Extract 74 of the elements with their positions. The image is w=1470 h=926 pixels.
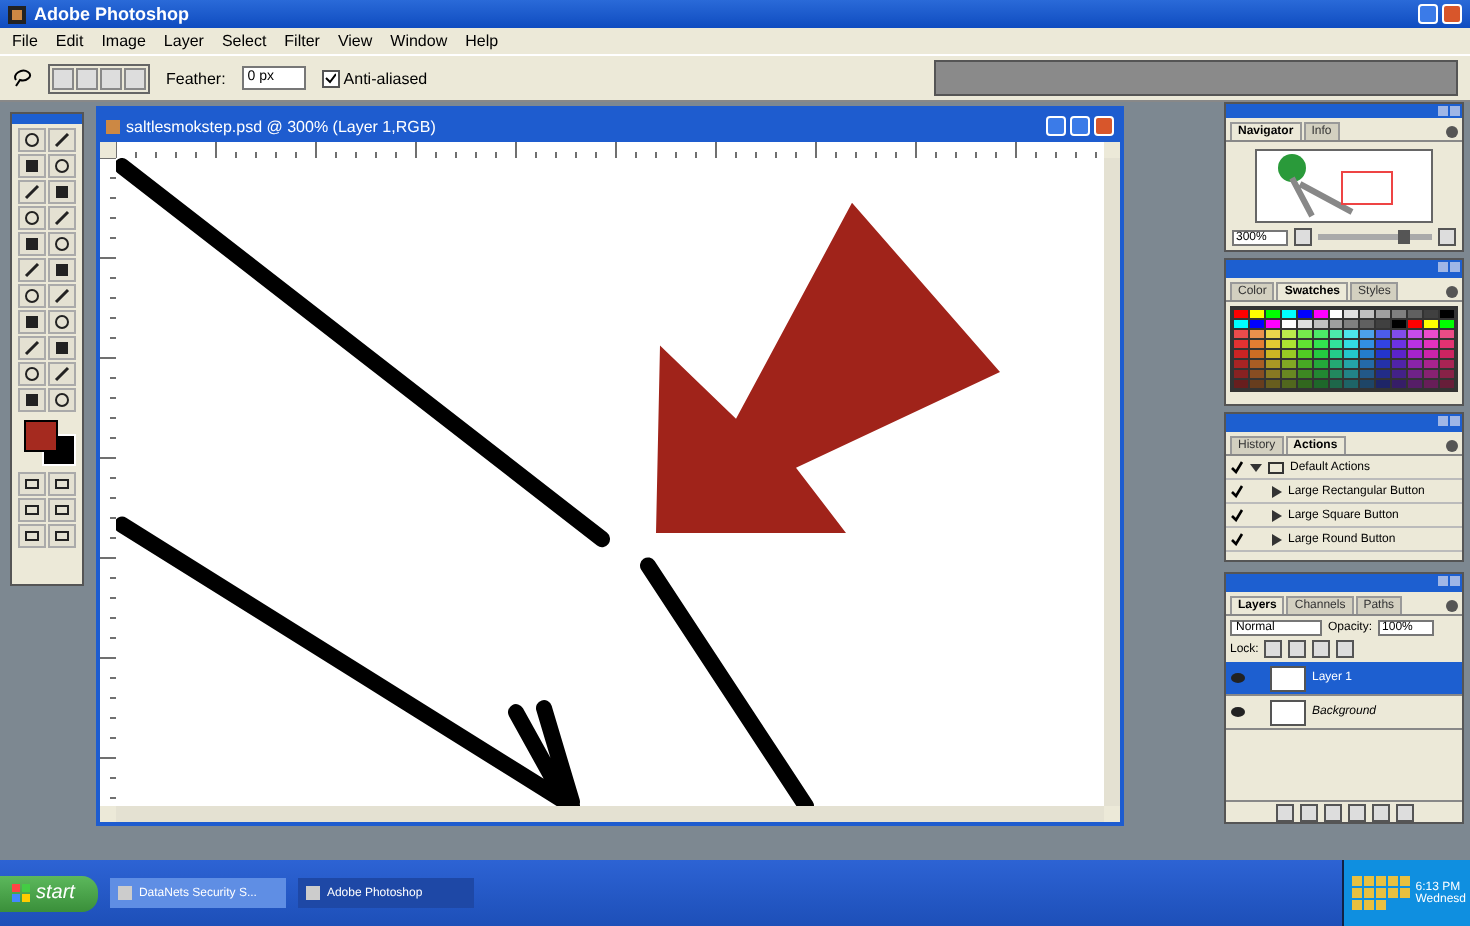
app-icon bbox=[8, 5, 26, 23]
tool-icon[interactable] bbox=[18, 206, 46, 230]
tool-icon[interactable] bbox=[18, 310, 46, 334]
checkmark-icon[interactable] bbox=[1230, 508, 1244, 522]
swatch-grid[interactable] bbox=[1230, 306, 1458, 392]
menu-item[interactable]: Window bbox=[390, 32, 448, 50]
horizontal-scrollbar[interactable] bbox=[116, 806, 1104, 822]
mode-icon[interactable] bbox=[48, 524, 76, 548]
window-title: Adobe Photoshop bbox=[34, 4, 189, 24]
selection-mode-icon[interactable] bbox=[124, 67, 146, 89]
eye-icon[interactable] bbox=[1230, 706, 1246, 718]
document-icon bbox=[106, 119, 120, 133]
selection-mode-icon[interactable] bbox=[52, 67, 74, 89]
close-button[interactable] bbox=[1094, 116, 1114, 136]
menu-item[interactable]: Help bbox=[465, 32, 499, 50]
tool-icon[interactable] bbox=[18, 336, 46, 360]
tool-icon[interactable] bbox=[48, 128, 76, 152]
panel-menu-icon[interactable] bbox=[1446, 286, 1458, 298]
layer-thumbnail bbox=[1270, 699, 1306, 725]
tool-icon[interactable] bbox=[18, 388, 46, 412]
panel-menu-icon[interactable] bbox=[1446, 600, 1458, 612]
tool-icon[interactable] bbox=[18, 180, 46, 204]
tool-icon[interactable] bbox=[18, 284, 46, 308]
zoom-slider-thumb[interactable] bbox=[1397, 230, 1410, 244]
panel-menu-icon[interactable] bbox=[1446, 126, 1458, 138]
tool-icon[interactable] bbox=[18, 362, 46, 386]
maximize-button[interactable] bbox=[1070, 116, 1090, 136]
tool-icon[interactable] bbox=[18, 232, 46, 256]
tool-icon[interactable] bbox=[48, 336, 76, 360]
checkmark-icon[interactable] bbox=[1230, 484, 1244, 498]
tool-icon[interactable] bbox=[48, 180, 76, 204]
menu-item[interactable]: Select bbox=[221, 32, 267, 50]
menu-item[interactable]: Image bbox=[101, 32, 146, 50]
tool-icon[interactable] bbox=[48, 362, 76, 386]
tool-icon[interactable] bbox=[48, 232, 76, 256]
tool-icon[interactable] bbox=[48, 154, 76, 178]
tool-icon[interactable] bbox=[18, 154, 46, 178]
feather-label: Feather: bbox=[166, 69, 226, 87]
mode-icon[interactable] bbox=[18, 524, 46, 548]
windows-flag-icon bbox=[12, 884, 30, 902]
mode-icon[interactable] bbox=[48, 498, 76, 522]
selection-mode-icon[interactable] bbox=[76, 67, 98, 89]
tool-icon[interactable] bbox=[48, 206, 76, 230]
selection-mode-icon[interactable] bbox=[100, 67, 122, 89]
checkmark-icon[interactable] bbox=[1230, 532, 1244, 546]
tool-icon[interactable] bbox=[48, 310, 76, 334]
menu-item[interactable]: Layer bbox=[163, 32, 204, 50]
mode-icon[interactable] bbox=[18, 498, 46, 522]
panel-menu-icon[interactable] bbox=[1446, 440, 1458, 452]
document-title: saltlesmokstep.psd @ 300% (Layer 1,RGB) bbox=[126, 117, 436, 135]
menu-item[interactable]: View bbox=[337, 32, 373, 50]
tool-icon[interactable] bbox=[18, 128, 46, 152]
tool-icon[interactable] bbox=[48, 284, 76, 308]
app-icon bbox=[118, 886, 133, 900]
close-button[interactable] bbox=[1442, 4, 1462, 24]
lasso-icon[interactable] bbox=[12, 68, 32, 88]
menu-item[interactable]: File bbox=[12, 32, 38, 50]
layer-thumbnail bbox=[1270, 665, 1306, 691]
menu-item[interactable]: Edit bbox=[55, 32, 84, 50]
mode-icon[interactable] bbox=[18, 472, 46, 496]
minimize-button[interactable] bbox=[1046, 116, 1066, 136]
tool-icon[interactable] bbox=[48, 388, 76, 412]
checkbox[interactable] bbox=[321, 69, 340, 87]
folder-icon bbox=[1268, 461, 1284, 473]
tool-icon[interactable] bbox=[48, 258, 76, 282]
checkbox-label: Anti-aliased bbox=[343, 69, 428, 87]
app-icon bbox=[306, 886, 321, 900]
vertical-scrollbar[interactable] bbox=[1104, 158, 1120, 806]
mode-icon[interactable] bbox=[48, 472, 76, 496]
disclosure-triangle-icon[interactable] bbox=[1250, 461, 1262, 473]
tool-icon[interactable] bbox=[18, 258, 46, 282]
menu-item[interactable]: Filter bbox=[284, 32, 320, 50]
checkmark-icon[interactable] bbox=[1230, 460, 1244, 474]
minimize-button[interactable] bbox=[1418, 4, 1438, 24]
